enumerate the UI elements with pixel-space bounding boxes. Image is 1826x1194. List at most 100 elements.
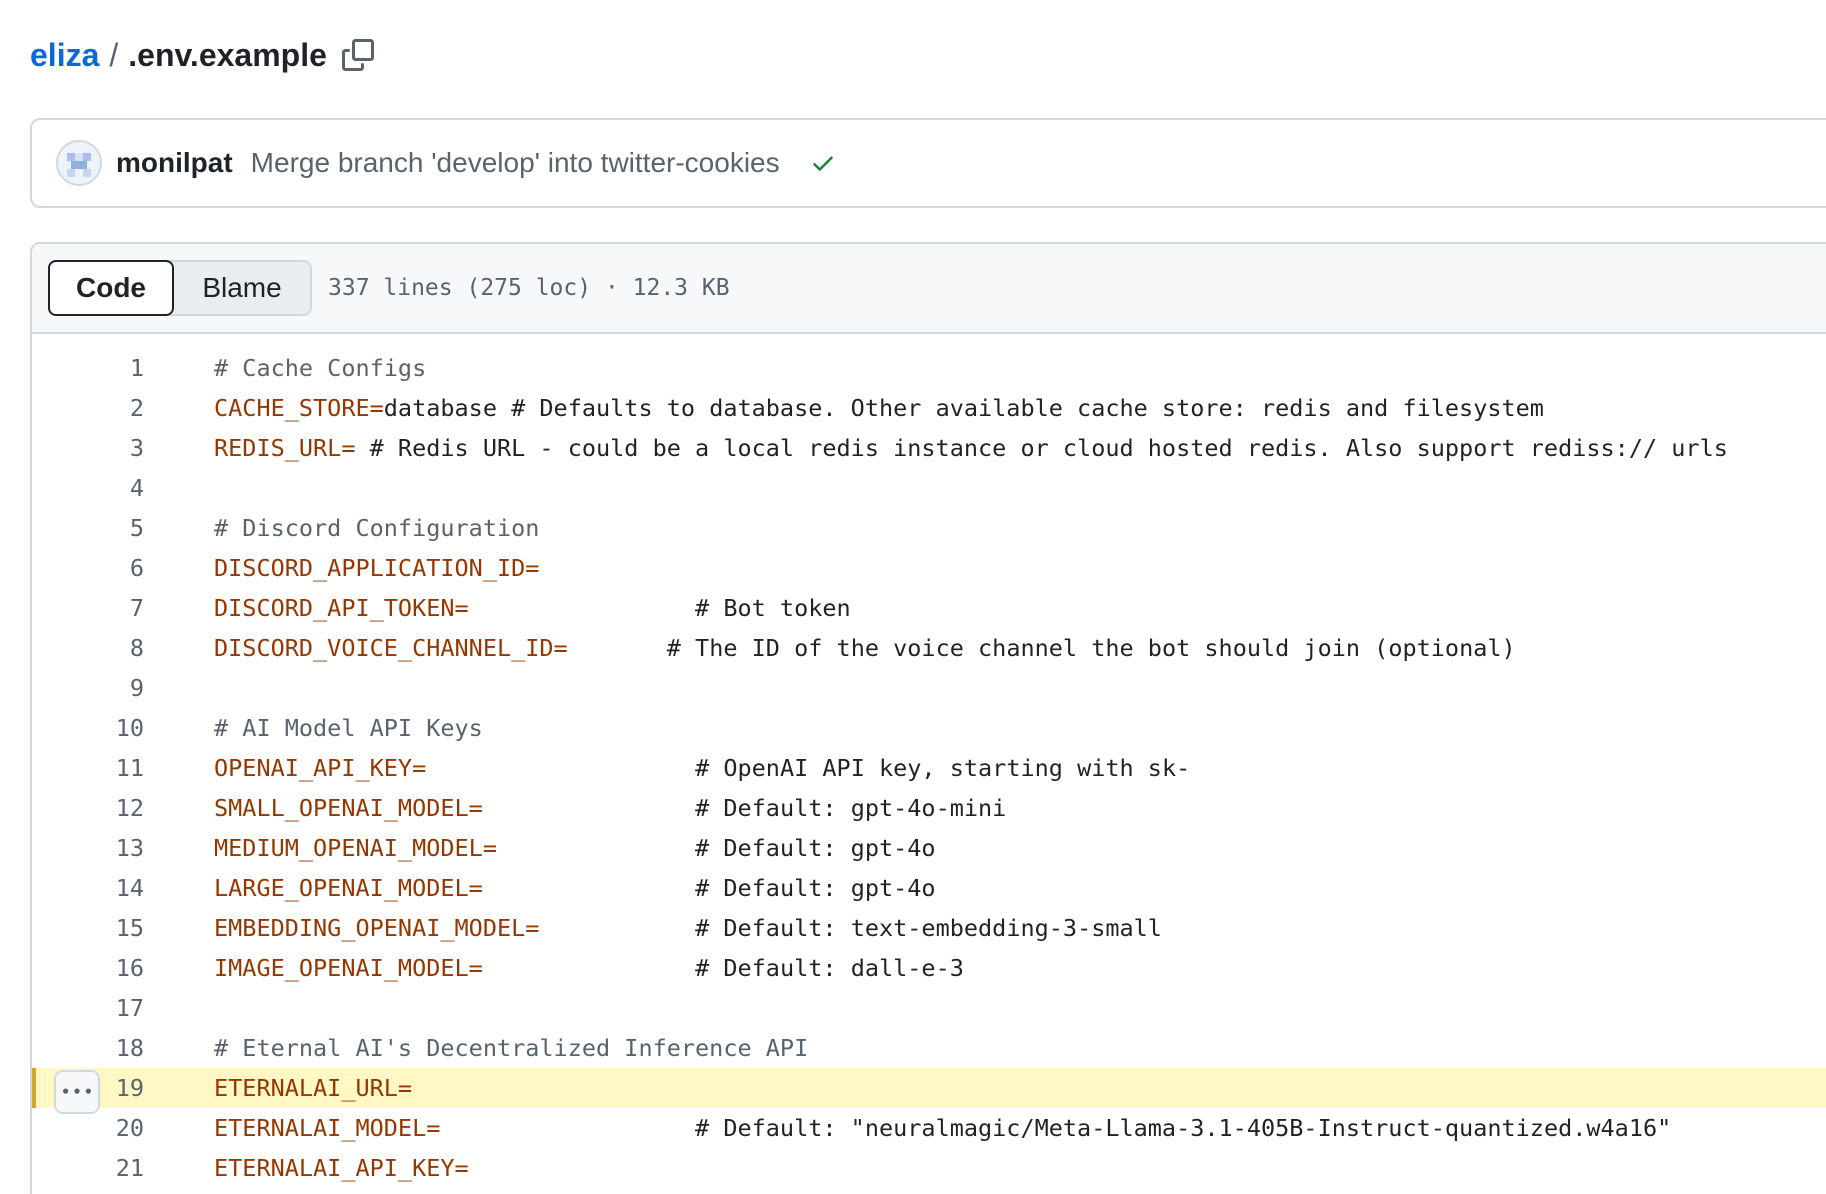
code-line[interactable]: 8 DISCORD_VOICE_CHANNEL_ID= # The ID of t… — [32, 628, 1826, 668]
blame-tab[interactable]: Blame — [174, 262, 310, 314]
code-comment: # Eternal AI's Decentralized Inference A… — [214, 1034, 809, 1062]
breadcrumb-repo-link[interactable]: eliza — [30, 37, 99, 74]
code-line[interactable]: 3 REDIS_URL= # Redis URL - could be a loc… — [32, 428, 1826, 468]
env-key: EMBEDDING_OPENAI_MODEL= — [214, 914, 540, 942]
code-line[interactable]: 9 — [32, 668, 1826, 708]
kebab-horizontal-icon — [63, 1088, 91, 1094]
breadcrumb: eliza / .env.example — [30, 30, 377, 80]
code-line[interactable]: 6 DISCORD_APPLICATION_ID= — [32, 548, 1826, 588]
line-number[interactable]: 1 — [32, 348, 144, 388]
code-comment: # Bot token — [695, 594, 851, 622]
code-line[interactable]: 17 — [32, 988, 1826, 1028]
code-area[interactable]: 1 # Cache Configs 2 CACHE_STORE=database # … — [32, 334, 1826, 1188]
code-comment: # Defaults to database. Other available … — [496, 394, 1544, 422]
breadcrumb-file-name: .env.example — [128, 36, 327, 73]
env-key: REDIS_URL= — [214, 434, 356, 462]
breadcrumb-separator: / — [109, 36, 119, 73]
line-number[interactable]: 13 — [32, 828, 144, 868]
code-line[interactable]: 10 # AI Model API Keys — [32, 708, 1826, 748]
env-key: DISCORD_APPLICATION_ID= — [214, 554, 540, 582]
code-text: ETERNALAI_API_KEY= — [144, 1148, 469, 1188]
line-number[interactable]: 6 — [32, 548, 144, 588]
check-icon[interactable] — [810, 150, 836, 176]
code-comment: # Default: "neuralmagic/Meta-Llama-3.1-4… — [695, 1114, 1672, 1142]
file-header: Code Blame 337 lines (275 loc) · 12.3 KB — [32, 244, 1826, 334]
line-number[interactable]: 16 — [32, 948, 144, 988]
code-text: DISCORD_APPLICATION_ID= — [144, 548, 539, 588]
copy-path-button[interactable] — [339, 36, 377, 74]
code-line[interactable]: 14 LARGE_OPENAI_MODEL= # Default: gpt-4o — [32, 868, 1826, 908]
code-text: CACHE_STORE=database # Defaults to datab… — [144, 388, 1544, 428]
code-line[interactable]: 19 ETERNALAI_URL= — [32, 1068, 1826, 1114]
line-number[interactable]: 15 — [32, 908, 144, 948]
code-line[interactable]: 18 # Eternal AI's Decentralized Inference… — [32, 1028, 1826, 1068]
code-line[interactable]: 2 CACHE_STORE=database # Defaults to data… — [32, 388, 1826, 428]
code-line[interactable]: 21 ETERNALAI_API_KEY= — [32, 1148, 1826, 1188]
line-number[interactable]: 17 — [32, 988, 144, 1028]
line-number[interactable]: 9 — [32, 668, 144, 708]
line-number[interactable]: 10 — [32, 708, 144, 748]
line-number[interactable]: 5 — [32, 508, 144, 548]
code-text: ETERNALAI_URL= — [144, 1068, 412, 1108]
code-text: MEDIUM_OPENAI_MODEL= # Default: gpt-4o — [144, 828, 936, 868]
code-comment: # Discord Configuration — [214, 514, 540, 542]
code-comment: # Default: gpt-4o — [695, 874, 936, 902]
env-key: OPENAI_API_KEY= — [214, 754, 427, 782]
commit-author-link[interactable]: monilpat — [116, 147, 233, 179]
code-line[interactable]: 5 # Discord Configuration — [32, 508, 1826, 548]
file-viewer: Code Blame 337 lines (275 loc) · 12.3 KB… — [30, 242, 1826, 1194]
code-comment: # Default: text-embedding-3-small — [695, 914, 1162, 942]
code-line[interactable]: 15 EMBEDDING_OPENAI_MODEL= # Default: tex… — [32, 908, 1826, 948]
code-line[interactable]: 7 DISCORD_API_TOKEN= # Bot token — [32, 588, 1826, 628]
line-number[interactable]: 18 — [32, 1028, 144, 1068]
line-number[interactable]: 21 — [32, 1148, 144, 1188]
code-line[interactable]: 1 # Cache Configs — [32, 348, 1826, 388]
env-key: MEDIUM_OPENAI_MODEL= — [214, 834, 497, 862]
code-line[interactable]: 20 ETERNALAI_MODEL= # Default: "neuralmag… — [32, 1108, 1826, 1148]
code-line[interactable]: 13 MEDIUM_OPENAI_MODEL= # Default: gpt-4o — [32, 828, 1826, 868]
view-mode-toggle: Code Blame — [48, 260, 312, 316]
code-line[interactable]: 11 OPENAI_API_KEY= # OpenAI API key, star… — [32, 748, 1826, 788]
latest-commit-bar: monilpat Merge branch 'develop' into twi… — [30, 118, 1826, 208]
env-key: DISCORD_API_TOKEN= — [214, 594, 469, 622]
line-number[interactable]: 7 — [32, 588, 144, 628]
file-info: 337 lines (275 loc) · 12.3 KB — [328, 275, 730, 301]
code-line[interactable]: 4 — [32, 468, 1826, 508]
code-tab[interactable]: Code — [48, 260, 174, 316]
code-comment: # Default: dall-e-3 — [695, 954, 964, 982]
code-comment: # Default: gpt-4o — [695, 834, 936, 862]
code-comment: # OpenAI API key, starting with sk- — [695, 754, 1191, 782]
code-comment: # AI Model API Keys — [214, 714, 483, 742]
code-line[interactable]: 12 SMALL_OPENAI_MODEL= # Default: gpt-4o-… — [32, 788, 1826, 828]
env-key: IMAGE_OPENAI_MODEL= — [214, 954, 483, 982]
code-comment: # The ID of the voice channel the bot sh… — [666, 634, 1516, 662]
line-number[interactable]: 8 — [32, 628, 144, 668]
env-value: database — [383, 394, 497, 422]
line-number[interactable]: 12 — [32, 788, 144, 828]
code-text: # AI Model API Keys — [144, 708, 483, 748]
line-number[interactable]: 2 — [32, 388, 144, 428]
env-key: CACHE_STORE= — [214, 394, 384, 422]
code-line[interactable]: 16 IMAGE_OPENAI_MODEL= # Default: dall-e-… — [32, 948, 1826, 988]
commit-message-link[interactable]: Merge branch 'develop' into twitter-cook… — [251, 147, 780, 179]
identicon — [58, 142, 100, 184]
code-text: DISCORD_API_TOKEN= # Bot token — [144, 588, 851, 628]
code-text: LARGE_OPENAI_MODEL= # Default: gpt-4o — [144, 868, 936, 908]
code-text: # Discord Configuration — [144, 508, 539, 548]
code-text: OPENAI_API_KEY= # OpenAI API key, starti… — [144, 748, 1190, 788]
code-text: REDIS_URL= # Redis URL - could be a loca… — [144, 428, 1728, 468]
line-number[interactable]: 4 — [32, 468, 144, 508]
line-number[interactable]: 20 — [32, 1108, 144, 1148]
code-text: ETERNALAI_MODEL= # Default: "neuralmagic… — [144, 1108, 1671, 1148]
line-number[interactable]: 11 — [32, 748, 144, 788]
avatar[interactable] — [56, 140, 102, 186]
code-text: DISCORD_VOICE_CHANNEL_ID= # The ID of th… — [144, 628, 1516, 668]
line-number[interactable]: 3 — [32, 428, 144, 468]
line-number[interactable]: 14 — [32, 868, 144, 908]
env-key: SMALL_OPENAI_MODEL= — [214, 794, 483, 822]
page: eliza / .env.example monilpat Merge bran… — [0, 0, 1826, 1194]
code-text: # Eternal AI's Decentralized Inference A… — [144, 1028, 808, 1068]
